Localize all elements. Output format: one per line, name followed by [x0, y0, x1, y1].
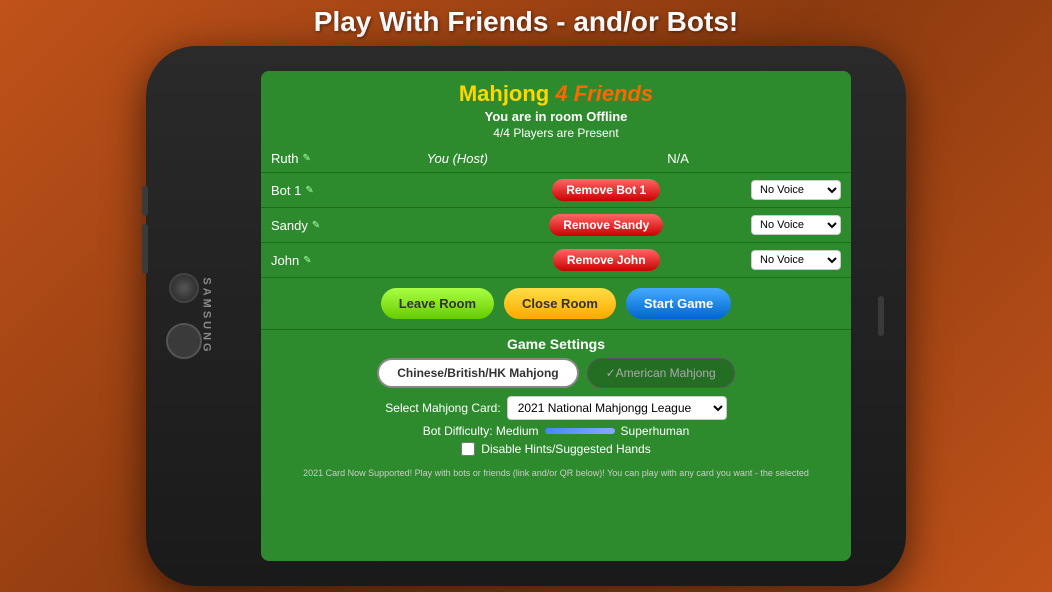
app-title-friends: 4 Friends: [549, 81, 653, 106]
left-buttons: [142, 186, 148, 274]
mahjong-type-buttons: Chinese/British/HK Mahjong ✓American Mah…: [271, 358, 841, 388]
difficulty-slider[interactable]: [545, 428, 615, 434]
player-name-ruth: Ruth ✎: [271, 151, 391, 166]
vol-up-btn[interactable]: [142, 186, 148, 216]
close-room-button[interactable]: Close Room: [504, 288, 616, 319]
hints-label: Disable Hints/Suggested Hands: [481, 442, 650, 456]
action-buttons: Leave Room Close Room Start Game: [261, 278, 851, 329]
app-title: Mahjong 4 Friends: [266, 81, 846, 107]
game-settings-section: Game Settings Chinese/British/HK Mahjong…: [261, 329, 851, 466]
edit-icon-sandy: ✎: [312, 220, 320, 231]
bottom-note: 2021 Card Now Supported! Play with bots …: [261, 466, 851, 480]
front-camera: [169, 273, 199, 303]
page-title: Play With Friends - and/or Bots!: [314, 6, 738, 38]
voice-select-sandy[interactable]: No Voice: [751, 215, 841, 235]
samsung-label: SAMSUNG: [201, 277, 213, 354]
voice-select-john[interactable]: No Voice: [751, 250, 841, 270]
power-btn[interactable]: [878, 296, 884, 336]
difficulty-row: Bot Difficulty: Medium Superhuman: [271, 424, 841, 438]
chinese-mahjong-button[interactable]: Chinese/British/HK Mahjong: [377, 358, 578, 388]
difficulty-end: Superhuman: [621, 424, 690, 438]
app-title-mahjong: Mahjong: [459, 81, 549, 106]
card-select[interactable]: 2021 National Mahjongg League: [507, 396, 727, 420]
american-mahjong-button[interactable]: ✓American Mahjong: [587, 358, 735, 388]
player-action-ruth: N/A: [514, 145, 699, 173]
edit-icon-john: ✎: [303, 255, 311, 266]
phone-device: SAMSUNG Mahjong 4 Friends You are in roo…: [146, 46, 906, 586]
remove-bot1-button[interactable]: Remove Bot 1: [552, 179, 660, 201]
table-row: Ruth ✎ You (Host) N/A: [261, 145, 851, 173]
game-settings-title: Game Settings: [271, 336, 841, 352]
hints-row: Disable Hints/Suggested Hands: [271, 442, 841, 456]
table-row: Sandy ✎ Remove Sandy No Voice: [261, 208, 851, 243]
difficulty-label: Bot Difficulty: Medium: [423, 424, 539, 438]
edit-icon-bot1: ✎: [305, 185, 313, 196]
player-name-john: John ✎: [271, 253, 391, 268]
table-row: John ✎ Remove John No Voice: [261, 243, 851, 278]
room-info: You are in room Offline: [266, 109, 846, 124]
players-table: Ruth ✎ You (Host) N/A Bot 1 ✎: [261, 145, 851, 278]
vol-down-btn[interactable]: [142, 224, 148, 274]
leave-room-button[interactable]: Leave Room: [381, 288, 494, 319]
card-select-row: Select Mahjong Card: 2021 National Mahjo…: [271, 396, 841, 420]
hints-checkbox[interactable]: [461, 442, 475, 456]
phone-screen: Mahjong 4 Friends You are in room Offlin…: [261, 71, 851, 561]
remove-sandy-button[interactable]: Remove Sandy: [549, 214, 663, 236]
edit-icon-ruth: ✎: [302, 153, 310, 164]
table-row: Bot 1 ✎ Remove Bot 1 No Voice: [261, 173, 851, 208]
right-buttons: [878, 296, 884, 336]
players-present: 4/4 Players are Present: [266, 126, 846, 140]
voice-select-bot1[interactable]: No Voice: [751, 180, 841, 200]
start-game-button[interactable]: Start Game: [626, 288, 731, 319]
player-name-sandy: Sandy ✎: [271, 218, 391, 233]
player-status-ruth: You (Host): [401, 145, 514, 173]
card-label: Select Mahjong Card:: [385, 401, 500, 415]
player-name-bot1: Bot 1 ✎: [271, 183, 391, 198]
home-button[interactable]: [166, 323, 202, 359]
remove-john-button[interactable]: Remove John: [553, 249, 660, 271]
phone-left-area: [166, 273, 202, 359]
screen-header: Mahjong 4 Friends You are in room Offlin…: [261, 71, 851, 145]
